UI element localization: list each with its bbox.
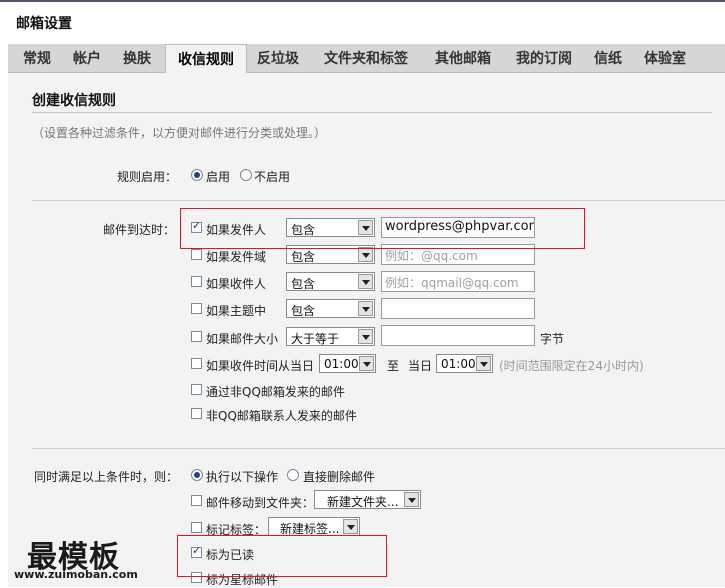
move-folder-select[interactable]: 新建文件夹... (314, 490, 421, 509)
tab-anti-spam[interactable]: 反垃圾 (248, 44, 308, 72)
tab-skin[interactable]: 换肤 (114, 44, 160, 72)
recipient-operator-select[interactable]: 包含 (286, 272, 375, 291)
highlight-box (180, 208, 585, 249)
recipient-input[interactable]: 例如：qqmail@qq.com (381, 271, 535, 292)
execute-actions-label[interactable]: 执行以下操作 (206, 468, 278, 485)
time-note: (时间范围限定在24小时内) (499, 359, 644, 373)
chevron-down-icon (358, 329, 373, 344)
subject-input[interactable] (381, 298, 535, 319)
non-contact-label: 非QQ邮箱联系人发来的邮件 (206, 409, 357, 423)
tab-incoming-rules[interactable]: 收信规则 (165, 44, 247, 73)
chevron-down-icon (404, 492, 419, 507)
window-title: 邮箱设置 (16, 16, 72, 32)
non-qq-checkbox[interactable] (191, 384, 202, 395)
subject-operator-select[interactable]: 包含 (286, 299, 375, 318)
time-from-select[interactable]: 01:00 (319, 354, 376, 373)
tag-select[interactable]: 新建标签... (268, 517, 360, 536)
size-label: 如果邮件大小 (206, 332, 279, 346)
chevron-down-icon (358, 301, 373, 316)
tag-checkbox[interactable] (191, 522, 202, 533)
section-hint: （设置各种过滤条件，以方便对邮件进行分类或处理。） (32, 126, 327, 140)
chevron-down-icon (476, 356, 491, 371)
chevron-down-icon (358, 274, 373, 289)
non-contact-checkbox[interactable] (191, 408, 202, 419)
rule-enable-on-radio[interactable] (191, 169, 203, 181)
time-to-select[interactable]: 01:00 (436, 354, 493, 373)
section-divider (32, 112, 712, 113)
chevron-down-icon (359, 356, 374, 371)
tab-folders-tags[interactable]: 文件夹和标签 (311, 44, 421, 72)
tab-lab[interactable]: 体验室 (634, 44, 696, 72)
divider (32, 200, 725, 201)
execute-actions-radio[interactable] (191, 469, 203, 481)
rule-enable-off-label[interactable]: 不启用 (254, 168, 290, 185)
delete-mail-label[interactable]: 直接删除邮件 (303, 468, 375, 485)
sender-domain-label: 如果发件域 (206, 250, 267, 264)
time-to-label: 至 (387, 359, 400, 373)
tab-other-mailboxes[interactable]: 其他邮箱 (423, 44, 503, 72)
size-operator-select[interactable]: 大于等于 (286, 327, 375, 346)
title-bar: 邮箱设置 (0, 0, 725, 38)
divider (32, 448, 725, 449)
size-unit-label: 字节 (540, 332, 565, 346)
rule-enable-on-label[interactable]: 启用 (206, 168, 230, 185)
sender-domain-checkbox[interactable] (191, 249, 202, 260)
tab-my-subscriptions[interactable]: 我的订阅 (504, 44, 584, 72)
subject-label: 如果主题中 (206, 304, 267, 318)
subject-checkbox[interactable] (191, 303, 202, 314)
settings-tab-bar: 常规 帐户 换肤 收信规则 反垃圾 文件夹和标签 其他邮箱 我的订阅 信纸 体验… (8, 44, 725, 73)
watermark-url: www.zuimoban.com (14, 568, 138, 581)
time-label: 如果收件时间从当日 (206, 359, 315, 373)
rule-enable-off-radio[interactable] (240, 169, 252, 181)
chevron-down-icon (343, 519, 358, 534)
actions-label: 同时满足以上条件时，则： (34, 470, 179, 484)
recipient-label: 如果收件人 (206, 277, 267, 291)
conditions-label: 邮件到达时： (103, 223, 176, 237)
move-folder-label: 邮件移动到文件夹： (206, 496, 315, 510)
tab-general[interactable]: 常规 (14, 44, 60, 72)
section-title: 创建收信规则 (32, 93, 116, 109)
time-day-label: 当日 (408, 359, 433, 373)
move-folder-checkbox[interactable] (191, 495, 202, 506)
chevron-down-icon (358, 247, 373, 262)
recipient-checkbox[interactable] (191, 276, 202, 287)
delete-mail-radio[interactable] (287, 469, 299, 481)
highlight-box (177, 535, 387, 577)
non-qq-label: 通过非QQ邮箱发来的邮件 (206, 385, 345, 399)
time-checkbox[interactable] (191, 358, 202, 369)
tab-stationery[interactable]: 信纸 (586, 44, 630, 72)
size-checkbox[interactable] (191, 331, 202, 342)
tab-account[interactable]: 帐户 (64, 44, 110, 72)
size-input[interactable] (381, 325, 535, 346)
rule-enable-label: 规则启用： (117, 170, 178, 184)
